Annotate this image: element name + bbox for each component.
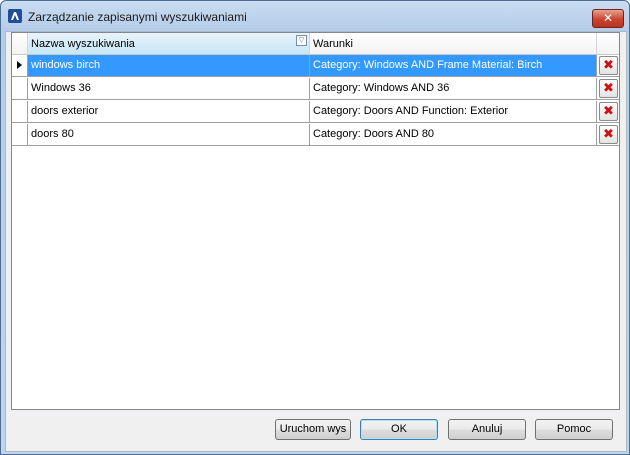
search-conditions-cell[interactable]: Category: Doors AND Function: Exterior (310, 101, 597, 122)
table-row[interactable]: windows birch Category: Windows AND Frame… (12, 55, 619, 77)
column-header-name[interactable]: Nazwa wyszukiwania ▽ (28, 33, 310, 55)
search-conditions-cell[interactable]: Category: Windows AND 36 (310, 78, 597, 99)
delete-x-icon: ✖ (603, 58, 614, 73)
title-bar: Zarządzanie zapisanymi wyszukiwaniami ✕ (1, 1, 629, 31)
close-button[interactable]: ✕ (592, 9, 624, 28)
row-indicator[interactable] (12, 78, 28, 99)
delete-x-icon: ✖ (603, 81, 614, 96)
delete-search-button[interactable]: ✖ (599, 125, 618, 144)
search-name-cell[interactable]: doors 80 (28, 124, 310, 145)
current-row-arrow-icon (17, 61, 22, 69)
row-indicator[interactable] (12, 124, 28, 145)
delete-search-button[interactable]: ✖ (599, 79, 618, 98)
filter-icon[interactable]: ▽ (296, 35, 307, 46)
dialog-window: Zarządzanie zapisanymi wyszukiwaniami ✕ … (0, 0, 630, 455)
search-conditions-cell[interactable]: Category: Doors AND 80 (310, 124, 597, 145)
table-row[interactable]: doors 80 Category: Doors AND 80 ✖ (12, 124, 619, 146)
row-indicator[interactable] (12, 101, 28, 122)
close-icon: ✕ (602, 11, 614, 25)
column-header-conditions[interactable]: Warunki (310, 33, 597, 55)
search-conditions-cell[interactable]: Category: Windows AND Frame Material: Bi… (310, 55, 597, 76)
ok-button[interactable]: OK (360, 419, 438, 440)
row-indicator-header (12, 33, 28, 55)
search-name-cell[interactable]: Windows 36 (28, 78, 310, 99)
delete-cell: ✖ (597, 55, 619, 76)
table-row[interactable]: doors exterior Category: Doors AND Functi… (12, 101, 619, 123)
help-button[interactable]: Pomoc (535, 419, 613, 440)
delete-search-button[interactable]: ✖ (599, 102, 618, 121)
column-header-conditions-label: Warunki (313, 38, 353, 50)
dialog-title: Zarządzanie zapisanymi wyszukiwaniami (28, 10, 247, 24)
cancel-button[interactable]: Anuluj (448, 419, 526, 440)
table-row[interactable]: Windows 36 Category: Windows AND 36 ✖ (12, 78, 619, 100)
search-name-cell[interactable]: doors exterior (28, 101, 310, 122)
delete-cell: ✖ (597, 78, 619, 99)
delete-x-icon: ✖ (603, 127, 614, 142)
dialog-client-area: Nazwa wyszukiwania ▽ Warunki windows bir… (5, 31, 627, 452)
delete-cell: ✖ (597, 124, 619, 145)
run-search-button[interactable]: Uruchom wys (275, 419, 351, 440)
delete-column-header (597, 33, 619, 55)
delete-cell: ✖ (597, 101, 619, 122)
search-name-cell[interactable]: windows birch (28, 55, 310, 76)
app-icon (8, 9, 22, 23)
column-header-name-label: Nazwa wyszukiwania (31, 38, 135, 50)
delete-x-icon: ✖ (603, 104, 614, 119)
delete-search-button[interactable]: ✖ (599, 56, 618, 75)
row-indicator[interactable] (12, 55, 28, 76)
saved-searches-grid: Nazwa wyszukiwania ▽ Warunki windows bir… (11, 32, 620, 410)
